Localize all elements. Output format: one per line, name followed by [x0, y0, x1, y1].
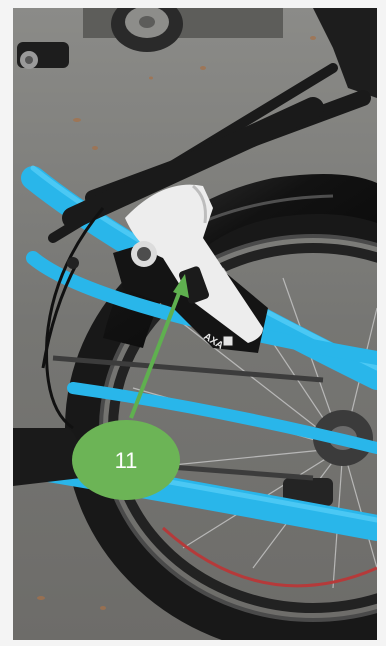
seat-clamp	[17, 42, 69, 69]
photo-canvas: AXA 11	[13, 8, 377, 640]
motor-housing	[13, 428, 82, 486]
callout-number: 11	[115, 448, 138, 473]
cable-clip	[67, 257, 79, 269]
bicycle-photo: AXA 11	[13, 8, 377, 640]
